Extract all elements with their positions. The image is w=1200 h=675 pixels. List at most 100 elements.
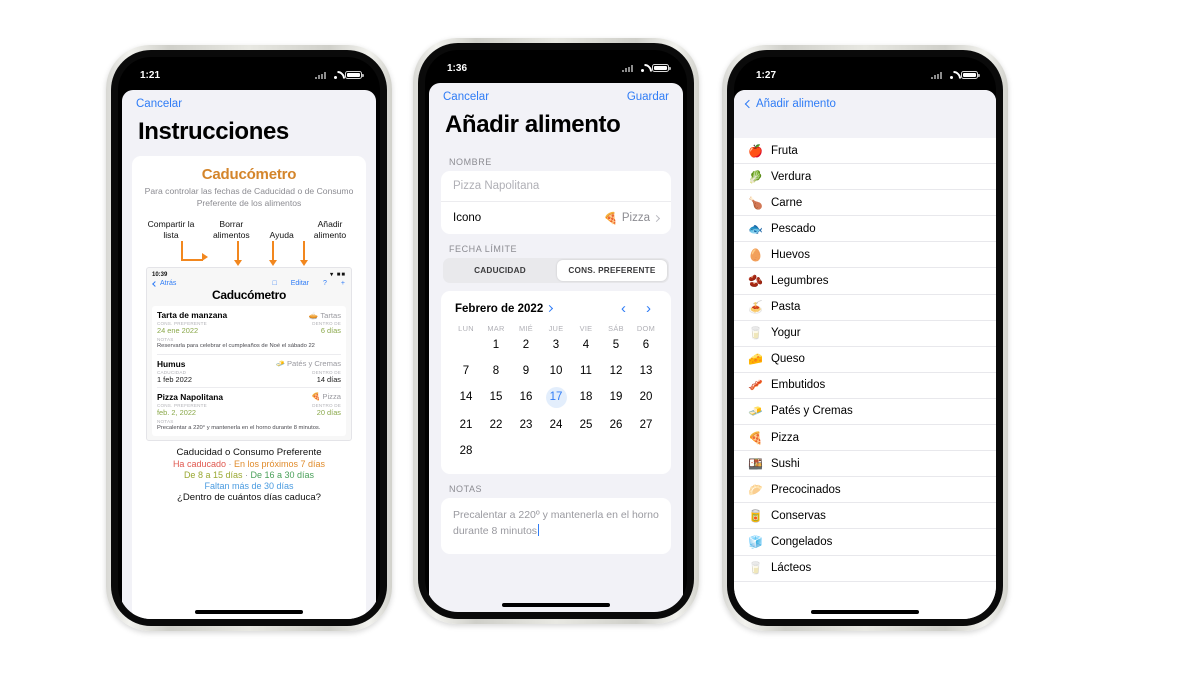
calendar-month-button[interactable]: Febrero de 2022 (455, 303, 554, 315)
food-notes: Reservarla para celebrar el cumpleaños d… (157, 343, 315, 350)
food-date: 1 feb 2022 (157, 374, 192, 384)
list-item-label: Patés y Cremas (770, 405, 853, 418)
list-item[interactable]: 🧊 Congelados (734, 529, 996, 556)
segment-cons-preferente[interactable]: CONS. PREFERENTE (557, 260, 667, 281)
list-item[interactable]: 🥚 Huevos (734, 242, 996, 269)
list-item[interactable]: 🍱 Sushi (734, 451, 996, 478)
calendar-day[interactable]: 13 (631, 363, 661, 380)
legend-more30: Faltan más de 30 días (204, 480, 294, 491)
calendar-day[interactable]: 24 (541, 417, 571, 434)
calendar-day[interactable]: 18 (571, 389, 601, 406)
food-list-item[interactable]: Tarta de manzana 🥧 Tartas CONS. PREFEREN… (157, 306, 341, 355)
food-list-item[interactable]: Humus 🧈 Patés y Cremas CADUCIDAD DENTRO … (157, 355, 341, 388)
food-category: 🥧 Tartas (309, 311, 341, 320)
food-list-item[interactable]: Pizza Napolitana 🍕 Pizza CONS. PREFERENT… (157, 388, 341, 436)
calendar-prev-button[interactable]: ‹ (621, 301, 626, 316)
home-indicator[interactable] (811, 610, 919, 614)
calendar-day[interactable]: 9 (511, 363, 541, 380)
food-icon: 🥛 (748, 326, 763, 341)
food-icon: 🍱 (748, 456, 763, 471)
calendar-day[interactable]: 3 (541, 337, 571, 354)
calendar-day-blank (451, 337, 481, 354)
list-item[interactable]: 🍗 Carne (734, 190, 996, 217)
mini-back-button[interactable]: Atrás (152, 280, 176, 287)
legend-title: Caducidad o Consumo Preferente (176, 446, 322, 458)
food-notes-label: NOTAS (157, 337, 174, 343)
dow-sab: SÁB (608, 324, 624, 333)
food-icon: 🧊 (748, 534, 763, 549)
mini-edit-button[interactable]: Editar (291, 280, 309, 287)
calendar-day[interactable]: 5 (601, 337, 631, 354)
list-item[interactable]: 🍎 Fruta (734, 138, 996, 165)
list-item[interactable]: 🥟 Precocinados (734, 477, 996, 504)
list-item[interactable]: 🥫 Conservas (734, 503, 996, 530)
phone-icon-picker: 1:27 Añadir alimento 🍎 Fruta 🥬 Verdura 🍗… (722, 45, 1008, 631)
calendar-day[interactable]: 1 (481, 337, 511, 354)
mini-share-icon[interactable]: □ (272, 280, 276, 287)
save-button[interactable]: Guardar (627, 91, 669, 103)
calendar-day[interactable]: 16 (511, 389, 541, 406)
status-time: 1:36 (447, 62, 468, 74)
calendar-day[interactable]: 22 (481, 417, 511, 434)
list-item[interactable]: 🍕 Pizza (734, 425, 996, 452)
list-item[interactable]: 🐟 Pescado (734, 216, 996, 243)
calendar-day[interactable]: 10 (541, 363, 571, 380)
list-item[interactable]: 🥬 Verdura (734, 164, 996, 191)
add-food-sheet: Cancelar Guardar Añadir alimento NOMBRE … (429, 83, 683, 612)
list-item[interactable]: 🥓 Embutidos (734, 373, 996, 399)
back-button[interactable]: Añadir alimento (734, 90, 996, 110)
list-item[interactable]: 🧈 Patés y Cremas (734, 399, 996, 426)
list-item[interactable]: 🍝 Pasta (734, 295, 996, 321)
food-notes-label: NOTAS (157, 418, 174, 424)
home-indicator[interactable] (195, 610, 303, 614)
calendar-day[interactable]: 28 (451, 443, 481, 460)
notes-textarea[interactable]: Precalentar a 220º y mantenerla en el ho… (453, 508, 659, 540)
text-caret (538, 523, 540, 536)
food-date: 24 ene 2022 (157, 326, 199, 336)
calendar-day[interactable]: 6 (631, 337, 661, 354)
cellular-signal-icon (622, 64, 633, 72)
instructions-card: Caducómetro Para controlar las fechas de… (132, 156, 366, 619)
calendar-day[interactable]: 14 (451, 389, 481, 406)
food-icon: 🥚 (748, 247, 763, 262)
icon-picker-row[interactable]: Icono 🍕 Pizza (441, 201, 671, 234)
calendar-day[interactable]: 26 (601, 417, 631, 434)
cancel-button[interactable]: Cancelar (443, 91, 489, 103)
calendar-day[interactable]: 12 (601, 363, 631, 380)
calendar-day[interactable]: 8 (481, 363, 511, 380)
calendar-day[interactable]: 21 (451, 417, 481, 434)
calendar-next-button[interactable]: › (646, 301, 651, 316)
calendar: Febrero de 2022 ‹ › LUN MAR MIÉ JUE VIE … (441, 291, 671, 474)
list-item[interactable]: 🥛 Lácteos (734, 556, 996, 582)
name-input-row[interactable]: Pizza Napolitana (441, 171, 671, 201)
list-item[interactable]: 🧀 Queso (734, 347, 996, 373)
calendar-day[interactable]: 23 (511, 417, 541, 434)
calendar-day[interactable]: 17 (545, 387, 567, 408)
calendar-day[interactable]: 25 (571, 417, 601, 434)
screenshot-stage: 1:21 Cancelar Instrucciones Caducómetro (0, 0, 1200, 675)
calendar-day[interactable]: 2 (511, 337, 541, 354)
mini-help-button[interactable]: ? (323, 280, 327, 287)
home-indicator[interactable] (502, 603, 610, 607)
calendar-day[interactable]: 4 (571, 337, 601, 354)
calendar-day[interactable]: 27 (631, 417, 661, 434)
cancel-button[interactable]: Cancelar (136, 98, 182, 110)
notch (811, 57, 919, 78)
calendar-day[interactable]: 19 (601, 389, 631, 406)
date-type-segmented-control[interactable]: CADUCIDAD CONS. PREFERENTE (443, 258, 669, 283)
notch (502, 50, 610, 71)
calendar-day[interactable]: 15 (481, 389, 511, 406)
icon-list[interactable]: 🍎 Fruta 🥬 Verdura 🍗 Carne 🐟 Pescado 🥚 Huevos 🫘 Legu… (734, 138, 996, 619)
segment-caducidad[interactable]: CADUCIDAD (445, 260, 555, 281)
mini-add-button[interactable]: + (341, 280, 345, 287)
calendar-day[interactable]: 20 (631, 389, 661, 406)
list-item[interactable]: 🫘 Legumbres (734, 268, 996, 295)
food-icon: 🥛 (748, 561, 763, 576)
list-item[interactable]: 🥛 Yogur (734, 321, 996, 347)
calendar-days-grid[interactable]: 1 2 3 4 5 6 7 8 9 10 11 12 13 14 15 16 17 18 19 20 21 22 23 24 2… (451, 337, 661, 460)
calendar-day[interactable]: 7 (451, 363, 481, 380)
name-input[interactable]: Pizza Napolitana (453, 180, 539, 192)
calendar-day[interactable]: 11 (571, 363, 601, 380)
list-item-label: Legumbres (770, 275, 829, 288)
notes-group[interactable]: Precalentar a 220º y mantenerla en el ho… (441, 498, 671, 554)
